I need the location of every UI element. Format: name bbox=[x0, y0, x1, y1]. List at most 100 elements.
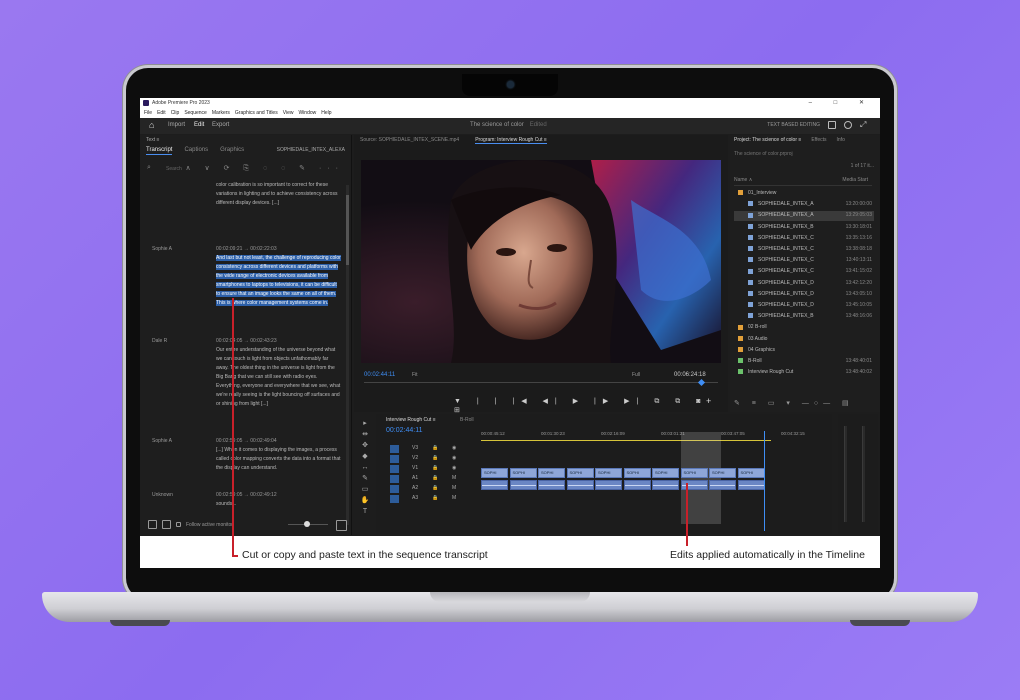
track-header[interactable]: V2 🔒 ◉ bbox=[384, 454, 480, 464]
audio-clip[interactable] bbox=[623, 480, 651, 490]
program-scrubber[interactable] bbox=[364, 378, 718, 387]
audio-clip[interactable] bbox=[481, 480, 508, 490]
video-clip[interactable]: SOPHI bbox=[709, 468, 736, 478]
project-item[interactable]: 04 Graphics bbox=[734, 346, 874, 356]
mute-icon[interactable]: M bbox=[452, 495, 456, 501]
project-item[interactable]: SOPHIEDALE_INTEX_D 13:42:12:20 bbox=[734, 279, 874, 289]
timeline-ruler[interactable]: 00:00:45:12 00:01:30:23 00:02:16:09 00:03:0… bbox=[481, 431, 826, 441]
audio-clip[interactable] bbox=[652, 480, 679, 490]
lock-icon[interactable]: 🔒 bbox=[432, 485, 438, 491]
tab-project[interactable]: Project: The science of color ≡ bbox=[734, 137, 801, 143]
video-clip[interactable]: SOPHI bbox=[481, 468, 508, 478]
video-clip[interactable]: SOPHI bbox=[509, 468, 537, 478]
project-item[interactable]: SOPHIEDALE_INTEX_C 13:38:08:18 bbox=[734, 245, 874, 255]
track-target[interactable] bbox=[390, 455, 399, 463]
video-clip[interactable]: SOPHI bbox=[652, 468, 679, 478]
column-media-start[interactable]: Media Start bbox=[842, 177, 868, 183]
scrollbar-thumb[interactable] bbox=[346, 195, 349, 265]
timeline-playhead[interactable] bbox=[764, 431, 765, 531]
audio-clip[interactable] bbox=[737, 480, 765, 490]
segment-text-selected[interactable]: And last but not least, the challenge of… bbox=[216, 255, 341, 306]
panel-icon[interactable] bbox=[828, 121, 836, 129]
share-icon[interactable] bbox=[844, 121, 852, 129]
lock-icon[interactable]: 🔒 bbox=[432, 455, 438, 461]
tool-icon[interactable]: ⇹ bbox=[360, 429, 370, 440]
button-editor-icon[interactable]: + bbox=[706, 396, 711, 406]
project-item[interactable]: SOPHIEDALE_INTEX_C 13:40:13:11 bbox=[734, 256, 874, 266]
work-area-bar[interactable] bbox=[481, 440, 771, 441]
tool-icon[interactable]: ✎ bbox=[360, 473, 370, 484]
project-item[interactable]: 02 B-roll bbox=[734, 323, 874, 333]
tool-icon[interactable]: ↔ bbox=[360, 462, 370, 473]
transcript-scrollbar[interactable] bbox=[346, 185, 349, 525]
transcript-export-icon[interactable] bbox=[336, 520, 347, 531]
eye-icon[interactable]: ◉ bbox=[452, 465, 456, 471]
settings-icon[interactable] bbox=[162, 520, 171, 529]
audio-clip[interactable] bbox=[566, 480, 594, 490]
lock-icon[interactable]: 🔒 bbox=[432, 465, 438, 471]
tab-program[interactable]: Program: Interview Rough Cut ≡ bbox=[475, 137, 547, 144]
audio-clip[interactable] bbox=[509, 480, 537, 490]
track-header[interactable]: A1 🔒 M bbox=[384, 474, 480, 484]
menu-item-sequence[interactable]: Sequence bbox=[184, 110, 207, 116]
mute-icon[interactable]: M bbox=[452, 475, 456, 481]
audio-clip[interactable] bbox=[538, 480, 565, 490]
track-header[interactable]: V3 🔒 ◉ bbox=[384, 444, 480, 454]
segment-text[interactable]: [...] When it comes to displaying the im… bbox=[216, 446, 342, 473]
program-timecode[interactable]: 00:02:44:11 bbox=[364, 372, 395, 378]
tool-icon[interactable]: T bbox=[360, 506, 370, 517]
tool-icon[interactable]: ▭ bbox=[360, 484, 370, 495]
project-item[interactable]: 01_Interview bbox=[734, 189, 874, 199]
tab-import[interactable]: Import bbox=[168, 122, 185, 128]
video-clip[interactable]: SOPHI bbox=[566, 468, 594, 478]
playhead-icon[interactable] bbox=[697, 378, 706, 387]
video-clip[interactable]: SOPHI bbox=[623, 468, 651, 478]
project-item[interactable]: SOPHIEDALE_INTEX_C 13:41:15:02 bbox=[734, 267, 874, 277]
search-input[interactable]: Search bbox=[166, 166, 182, 172]
captions-icon[interactable] bbox=[148, 520, 157, 529]
tab-source[interactable]: Source: SOPHIEDALE_INTEX_SCENE.mp4 bbox=[360, 137, 459, 143]
tab-captions[interactable]: Captions bbox=[184, 147, 208, 153]
tab-effects[interactable]: Effects bbox=[811, 137, 826, 143]
more-icon[interactable]: ··· bbox=[319, 165, 344, 172]
tab-graphics[interactable]: Graphics bbox=[220, 147, 244, 153]
track-header[interactable]: V1 🔒 ◉ bbox=[384, 464, 480, 474]
column-name[interactable]: Name ∧ bbox=[734, 177, 752, 183]
menu-item-window[interactable]: Window bbox=[298, 110, 316, 116]
segment-text[interactable]: sounds... bbox=[216, 500, 342, 509]
lock-icon[interactable]: 🔒 bbox=[432, 445, 438, 451]
track-target[interactable] bbox=[390, 495, 399, 503]
menu-item-clip[interactable]: Clip bbox=[171, 110, 180, 116]
zoom-slider-knob[interactable] bbox=[304, 521, 310, 527]
zoom-select[interactable]: Fit bbox=[412, 372, 418, 378]
mute-icon[interactable]: M bbox=[452, 485, 456, 491]
transport-controls[interactable]: ▼ | | |◀ ◀| ▶ |▶ ▶| ⧉ ⧉ ◙ ⊞ bbox=[454, 397, 728, 414]
window-controls[interactable]: – □ ✕ bbox=[809, 98, 874, 108]
resolution-select[interactable]: Full bbox=[632, 372, 640, 378]
video-clip[interactable]: SOPHI bbox=[538, 468, 565, 478]
project-item[interactable]: SOPHIEDALE_INTEX_C 13:35:13:16 bbox=[734, 234, 874, 244]
menu-item-view[interactable]: View bbox=[283, 110, 294, 116]
menu-item-help[interactable]: Help bbox=[321, 110, 331, 116]
transcript-tools[interactable]: ∧ ∨ ⟳ ⎘ ◌ ◌ ✎ ··· bbox=[185, 164, 344, 173]
eye-icon[interactable]: ◉ bbox=[452, 455, 456, 461]
project-item[interactable]: SOPHIEDALE_INTEX_B 13:48:16:06 bbox=[734, 312, 874, 322]
tool-icon[interactable]: ✥ bbox=[360, 440, 370, 451]
project-item[interactable]: 03 Audio bbox=[734, 335, 874, 345]
track-header[interactable]: A3 🔒 M bbox=[384, 494, 480, 504]
follow-checkbox[interactable] bbox=[176, 522, 181, 527]
tool-icon[interactable]: ✋ bbox=[360, 495, 370, 506]
video-clip[interactable]: SOPHI bbox=[680, 468, 708, 478]
project-item[interactable]: SOPHIEDALE_INTEX_D 13:45:10:05 bbox=[734, 301, 874, 311]
menu-item-graphics-and-titles[interactable]: Graphics and Titles bbox=[235, 110, 278, 116]
lock-icon[interactable]: 🔒 bbox=[432, 475, 438, 481]
tools-panel[interactable]: ▸ ⇹ ✥ ◆ ↔ ✎ ▭ ✋ T bbox=[360, 418, 370, 530]
track-header[interactable]: A2 🔒 M bbox=[384, 484, 480, 494]
video-clip[interactable]: SOPHI bbox=[595, 468, 622, 478]
audio-clip[interactable] bbox=[709, 480, 736, 490]
project-footer-tools[interactable]: ✎ ≡ ▭ ▾ —○— ▤ bbox=[734, 399, 854, 407]
transcript-search[interactable]: ⌕ Search ∧ ∨ ⟳ ⎘ ◌ ◌ ✎ ··· bbox=[144, 163, 348, 175]
fullscreen-icon[interactable]: ⤢ bbox=[860, 121, 868, 129]
tool-icon[interactable]: ▸ bbox=[360, 418, 370, 429]
project-item[interactable]: B-Roll 13:48:40:01 bbox=[734, 357, 874, 367]
